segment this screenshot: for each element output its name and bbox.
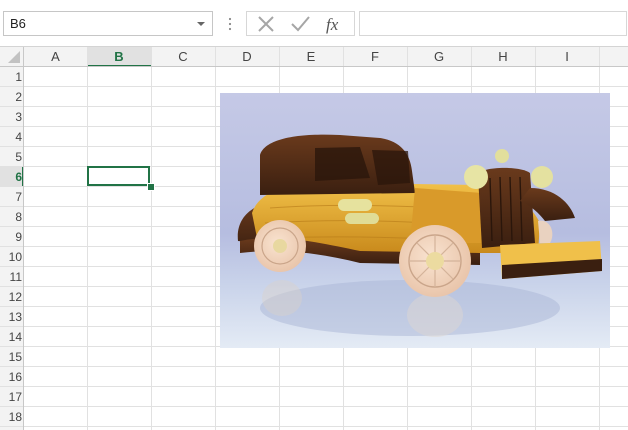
picture-toy-car[interactable]	[220, 93, 610, 348]
formula-tools: fx	[246, 11, 355, 36]
row-header-16[interactable]: 16	[0, 367, 24, 387]
column-header-a[interactable]: A	[24, 47, 87, 67]
worksheet-grid: A B C D E F G H I 1 2 3 4 5 6 7 8 9 10 1…	[0, 47, 628, 430]
row-header-4[interactable]: 4	[0, 127, 24, 147]
row-header-14[interactable]: 14	[0, 327, 24, 347]
checkmark-icon[interactable]	[289, 14, 311, 34]
row-header-5[interactable]: 5	[0, 147, 24, 167]
active-cell[interactable]	[87, 166, 150, 186]
row-header-13[interactable]: 13	[0, 307, 24, 327]
row-header-7[interactable]: 7	[0, 187, 24, 207]
formula-input[interactable]	[359, 11, 627, 36]
cancel-icon[interactable]	[255, 14, 277, 34]
column-header-f[interactable]: F	[343, 47, 407, 67]
row-header-6[interactable]: 6	[0, 167, 24, 187]
row-header-2[interactable]: 2	[0, 87, 24, 107]
fill-handle[interactable]	[147, 183, 155, 191]
row-header-1[interactable]: 1	[0, 67, 24, 87]
row-header-8[interactable]: 8	[0, 207, 24, 227]
formula-bar-grip-icon[interactable]	[225, 14, 235, 34]
formula-bar: B6 fx	[0, 0, 628, 47]
column-header-e[interactable]: E	[279, 47, 343, 67]
name-box[interactable]: B6	[3, 11, 213, 36]
column-header-i[interactable]: I	[535, 47, 599, 67]
column-header-b[interactable]: B	[87, 47, 151, 67]
column-header-c[interactable]: C	[151, 47, 215, 67]
fx-label: fx	[326, 15, 339, 34]
row-header-12[interactable]: 12	[0, 287, 24, 307]
column-header-g[interactable]: G	[407, 47, 471, 67]
row-header-3[interactable]: 3	[0, 107, 24, 127]
column-header-h[interactable]: H	[471, 47, 535, 67]
row-header-9[interactable]: 9	[0, 227, 24, 247]
row-header-18[interactable]: 18	[0, 407, 24, 427]
chevron-down-icon[interactable]	[194, 16, 208, 31]
row-header-10[interactable]: 10	[0, 247, 24, 267]
row-header-17[interactable]: 17	[0, 387, 24, 407]
column-header-d[interactable]: D	[215, 47, 279, 67]
name-box-value: B6	[10, 16, 26, 31]
row-header-15[interactable]: 15	[0, 347, 24, 367]
insert-function-icon[interactable]: fx	[323, 14, 349, 34]
row-header-11[interactable]: 11	[0, 267, 24, 287]
